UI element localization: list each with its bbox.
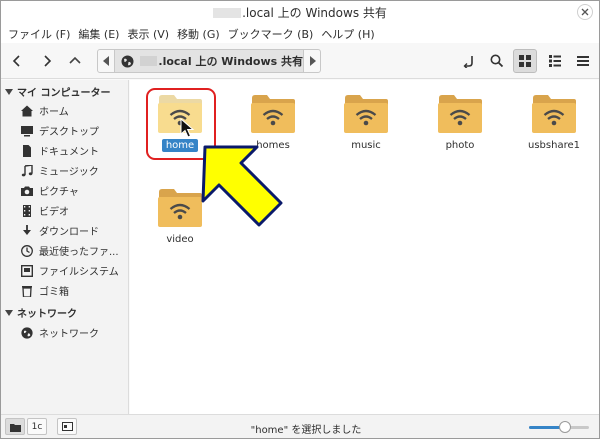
menu-help[interactable]: ヘルプ (H) [318, 23, 379, 43]
triangle-right-icon [309, 56, 316, 66]
close-button[interactable] [577, 4, 593, 20]
redacted-hostname [213, 8, 242, 18]
grid-view-button[interactable] [513, 49, 537, 73]
up-button[interactable] [63, 49, 87, 73]
triangle-left-icon [102, 56, 109, 66]
menu-go[interactable]: 移動 (G) [174, 23, 225, 43]
open-terminal-icon [463, 56, 473, 68]
status-text: "home" を選択しました [250, 425, 362, 436]
places-icon [9, 423, 21, 432]
path-scroll-right[interactable] [303, 49, 321, 73]
path-crumb-current[interactable]: .local 上の Windows 共有 [115, 49, 303, 73]
recent-icon [21, 244, 33, 257]
sidebar-item-network[interactable]: ネットワーク [21, 325, 99, 340]
trash-icon [21, 285, 33, 297]
annotation-arrow-icon [201, 145, 283, 227]
zoom-slider-thumb[interactable] [559, 421, 571, 433]
window-title: .local 上の Windows 共有 [1, 4, 599, 21]
network-icon [21, 326, 33, 339]
network-share-folder-icon [531, 92, 577, 134]
sidebar-item-filesystem[interactable]: ファイルシステム [21, 263, 119, 278]
chevron-right-icon [44, 55, 52, 67]
file-item-label: video [166, 234, 194, 245]
menu-bar: ファイル (F) 編集 (E) 表示 (V) 移動 (G) ブックマーク (B)… [1, 23, 599, 43]
compact-view-icon [577, 56, 589, 66]
forward-button[interactable] [35, 49, 59, 73]
path-bar: .local 上の Windows 共有 [97, 49, 321, 73]
search-button[interactable] [485, 49, 509, 73]
places-button[interactable] [5, 418, 25, 435]
sidebar-item-pictures[interactable]: ピクチャ [21, 183, 79, 198]
tree-button[interactable]: 1c [27, 418, 47, 435]
sidebar-item-videos[interactable]: ビデオ [21, 203, 69, 218]
sidebar-item-documents[interactable]: ドキュメント [21, 143, 99, 158]
file-item-label: photo [445, 140, 475, 151]
file-view: home homes music photo usbshare1 video [130, 80, 599, 414]
document-icon [21, 144, 33, 157]
triangle-down-icon [5, 88, 13, 95]
desktop-icon [21, 125, 33, 137]
sidebar-section-network[interactable]: ネットワーク [5, 305, 77, 320]
menu-edit[interactable]: 編集 (E) [75, 23, 124, 43]
sidebar-item-music[interactable]: ミュージック [21, 163, 99, 178]
file-item-photo[interactable]: photo [420, 92, 500, 152]
sidebar: マイ コンピューター ホーム デスクトップ ドキュメント ミュージック ピクチャ… [1, 80, 129, 414]
back-button[interactable] [5, 49, 29, 73]
menu-file[interactable]: ファイル (F) [5, 23, 75, 43]
open-terminal-button[interactable] [457, 49, 481, 73]
mouse-cursor-icon [180, 118, 195, 138]
redacted-hostname [140, 56, 158, 66]
sidebar-section-my-computer[interactable]: マイ コンピューター [5, 84, 110, 99]
chevron-up-icon [69, 56, 81, 64]
drive-icon [21, 264, 33, 277]
zoom-slider[interactable] [529, 421, 589, 433]
status-bar: 1c "home" を選択しました [1, 414, 599, 438]
search-icon [490, 54, 504, 68]
path-scroll-left[interactable] [97, 49, 115, 73]
title-bar[interactable]: .local 上の Windows 共有 [1, 1, 599, 23]
file-item-usbshare1[interactable]: usbshare1 [514, 92, 594, 152]
list-view-button[interactable] [543, 49, 567, 73]
network-share-folder-icon [437, 92, 483, 134]
triangle-down-icon [5, 309, 13, 316]
sidebar-item-home[interactable]: ホーム [21, 103, 69, 118]
film-icon [21, 204, 33, 217]
grid-view-icon [519, 55, 531, 67]
file-item-label: home [161, 139, 199, 152]
sidebar-toggle-icon [61, 422, 73, 431]
music-icon [21, 164, 33, 177]
file-item-label: usbshare1 [528, 140, 580, 151]
compact-view-button[interactable] [571, 49, 595, 73]
network-share-folder-icon [250, 92, 296, 134]
menu-view[interactable]: 表示 (V) [124, 23, 174, 43]
menu-bookmarks[interactable]: ブックマーク (B) [225, 23, 319, 43]
file-manager-window: .local 上の Windows 共有 ファイル (F) 編集 (E) 表示 … [0, 0, 600, 439]
file-item-label: music [351, 140, 381, 151]
sidebar-item-trash[interactable]: ゴミ箱 [21, 283, 69, 298]
sidebar-item-desktop[interactable]: デスクトップ [21, 123, 99, 138]
toggle-sidebar-button[interactable] [57, 418, 77, 435]
sidebar-item-recent[interactable]: 最近使ったファ... [21, 243, 119, 258]
toolbar: .local 上の Windows 共有 [1, 43, 599, 79]
camera-icon [21, 185, 33, 197]
close-icon [581, 8, 589, 16]
sidebar-item-downloads[interactable]: ダウンロード [21, 223, 99, 238]
file-item-music[interactable]: music [326, 92, 406, 152]
network-globe-icon [121, 55, 134, 68]
download-icon [21, 224, 33, 237]
list-view-icon [549, 55, 561, 67]
network-share-folder-icon [343, 92, 389, 134]
chevron-left-icon [12, 55, 20, 67]
home-icon [21, 105, 33, 117]
